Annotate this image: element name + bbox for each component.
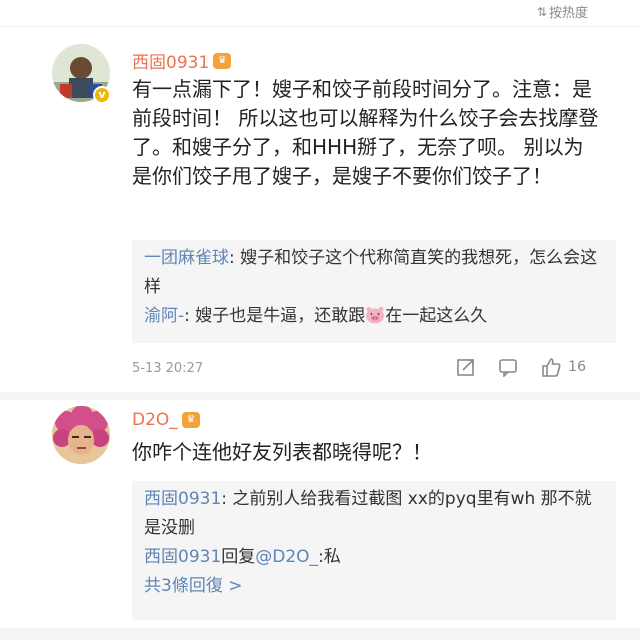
reply-box[interactable]: 西固0931: 之前别人给我看过截图 xx的pyq里有wh 那不就是没删 西固0… <box>132 481 616 620</box>
sort-icon: ⇅ <box>536 4 547 19</box>
divider <box>0 26 640 27</box>
reply-text: 嫂子也是牛逼，还敢跟 <box>189 306 366 326</box>
reply-text: 在一起这么久 <box>385 306 488 326</box>
sort-toggle[interactable]: ⇅ 按热度 <box>536 2 588 22</box>
comment-text: 你咋个连他好友列表都晓得呢？！ <box>132 440 432 464</box>
reply-item[interactable]: 渝阿-: 嫂子也是牛逼，还敢跟 在一起这么久 <box>144 302 604 331</box>
comment-actions: 16 <box>456 356 586 378</box>
like-button[interactable]: 16 <box>540 356 586 378</box>
bottom-divider <box>0 628 640 640</box>
reply-user[interactable]: 渝阿- <box>144 306 184 326</box>
pig-emoji-icon <box>365 305 385 324</box>
reply-user[interactable]: 一团麻雀球 <box>144 248 229 268</box>
crown-icon: ♛ <box>213 52 232 69</box>
reply-text: 私 <box>323 547 341 567</box>
comment-username[interactable]: 西固0931 ♛ <box>132 48 232 73</box>
verified-badge-icon: v <box>93 86 111 104</box>
more-replies-link[interactable]: 共3條回復 > <box>144 572 604 601</box>
like-count: 16 <box>568 359 586 375</box>
comment-time: 5-13 20:27 <box>132 361 204 376</box>
comment-username[interactable]: D2O_ ♛ <box>132 410 200 430</box>
reply-item[interactable]: 西固0931回复@D2O_:私 <box>144 543 604 572</box>
avatar[interactable] <box>52 406 110 464</box>
thumbs-up-icon <box>540 356 562 378</box>
crown-icon: ♛ <box>181 412 200 428</box>
reply-label: 回复 <box>221 547 256 567</box>
comment-text: 有一点漏下了！嫂子和饺子前段时间分了。注意：是前段时间！ 所以这也可以解释为什么… <box>132 77 599 188</box>
sort-label: 按热度 <box>548 6 588 21</box>
reply-target[interactable]: @D2O_ <box>255 547 318 567</box>
reply-item[interactable]: 一团麻雀球: 嫂子和饺子这个代称简直笑的我想死，怎么会这样 <box>144 244 604 302</box>
reply-item[interactable]: 西固0931: 之前别人给我看过截图 xx的pyq里有wh 那不就是没删 <box>144 485 604 543</box>
username-link[interactable]: 西固0931 <box>132 48 209 73</box>
section-divider <box>0 392 640 400</box>
reply-user[interactable]: 西固0931 <box>144 489 221 509</box>
comment-icon[interactable] <box>498 357 518 377</box>
username-link[interactable]: D2O_ <box>132 410 178 430</box>
reply-box[interactable]: 一团麻雀球: 嫂子和饺子这个代称简直笑的我想死，怎么会这样 渝阿-: 嫂子也是牛… <box>132 240 616 343</box>
share-icon[interactable] <box>456 357 476 377</box>
reply-user[interactable]: 西固0931 <box>144 547 221 567</box>
